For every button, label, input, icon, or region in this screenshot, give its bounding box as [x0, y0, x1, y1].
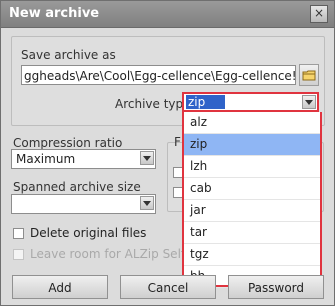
browse-folder-button[interactable]: [299, 64, 319, 86]
compression-ratio-value: Maximum: [16, 152, 76, 166]
cancel-button[interactable]: Cancel: [120, 275, 216, 299]
archive-type-selected: zip: [186, 95, 226, 109]
options-group-label: F: [174, 135, 181, 149]
spanned-size-select[interactable]: [11, 194, 156, 214]
option-alz[interactable]: alz: [184, 112, 320, 134]
option-jar[interactable]: jar: [184, 200, 320, 222]
close-button[interactable]: ×: [310, 5, 328, 23]
archive-type-label: Archive type: [115, 97, 191, 111]
compression-ratio-select[interactable]: Maximum: [11, 149, 156, 169]
folder-icon: [302, 70, 316, 81]
save-path-field[interactable]: ggheads\Are\Cool\Egg-cellence\Egg-cellen…: [21, 65, 296, 85]
chevron-down-icon[interactable]: [302, 95, 316, 109]
archive-type-options[interactable]: alz zip lzh cab jar tar tgz bh: [182, 112, 322, 288]
delete-original-checkbox[interactable]: Delete original files: [13, 226, 146, 240]
archive-type-dropdown[interactable]: zip: [182, 92, 319, 112]
password-button[interactable]: Password: [228, 275, 324, 299]
leave-room-checkbox[interactable]: Leave room for ALZip Self-E: [13, 247, 196, 261]
title-bar: New archive ×: [1, 1, 334, 28]
save-archive-label: Save archive as: [21, 48, 116, 62]
compression-ratio-label: Compression ratio: [13, 136, 123, 150]
chevron-down-icon[interactable]: [140, 196, 154, 210]
new-archive-dialog: New archive × Save archive as ggheads\Ar…: [0, 0, 335, 306]
leave-room-label: Leave room for ALZip Self-E: [30, 247, 197, 261]
checkbox-box[interactable]: [13, 227, 24, 239]
dialog-title: New archive: [9, 6, 100, 21]
option-tar[interactable]: tar: [184, 222, 320, 244]
option-lzh[interactable]: lzh: [184, 156, 320, 178]
spanned-size-label: Spanned archive size: [13, 180, 141, 194]
option-zip[interactable]: zip: [184, 134, 320, 156]
option-tgz[interactable]: tgz: [184, 244, 320, 266]
chevron-down-icon[interactable]: [140, 151, 154, 165]
add-button[interactable]: Add: [12, 275, 108, 299]
checkbox-box[interactable]: [13, 248, 24, 260]
option-cab[interactable]: cab: [184, 178, 320, 200]
delete-original-label: Delete original files: [30, 226, 147, 240]
